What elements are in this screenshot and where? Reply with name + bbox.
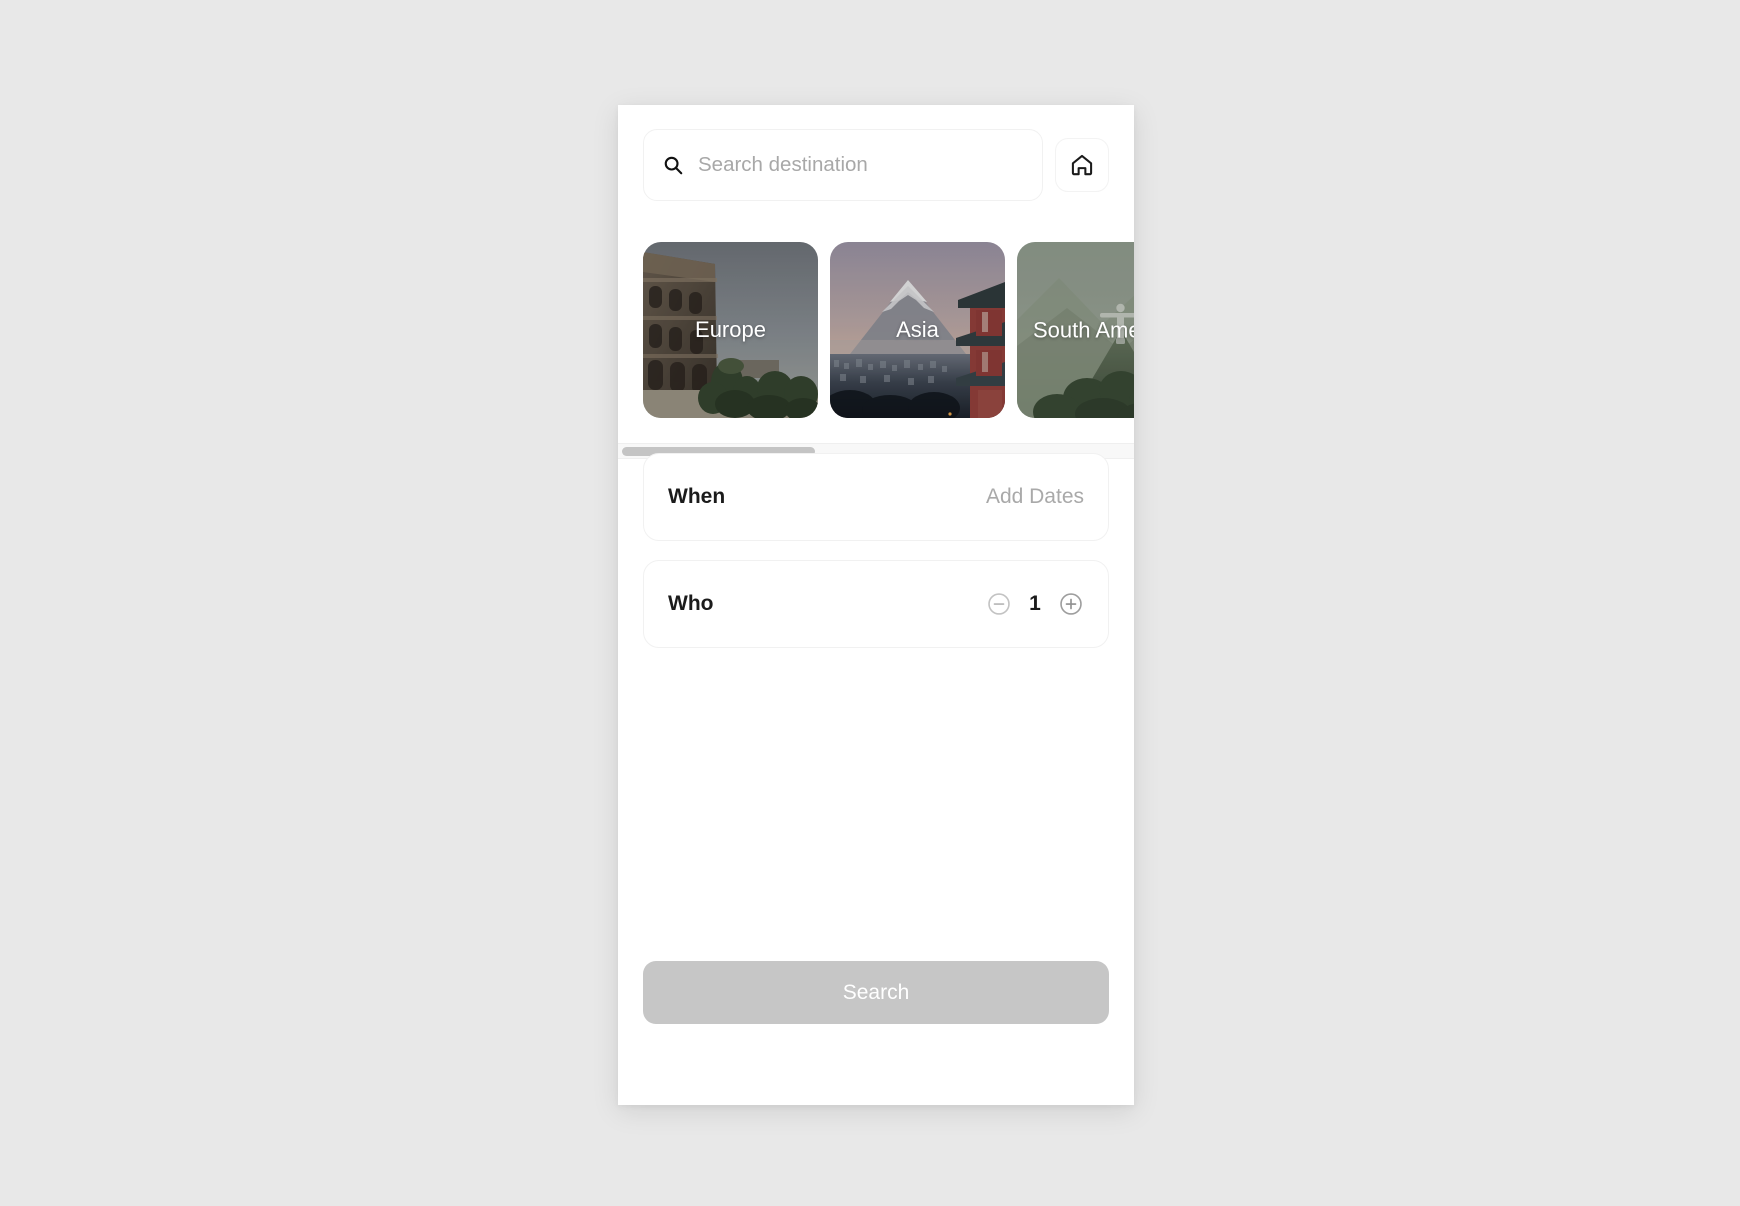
destination-card-asia[interactable]: Asia [830,242,1005,418]
destination-carousel[interactable]: Europe Asia South Am [618,242,1134,418]
when-field[interactable]: When Add Dates [643,453,1109,541]
destination-card-south-america[interactable]: South America [1017,242,1134,418]
destination-card-label: Europe [695,317,766,343]
when-label: When [668,485,726,508]
search-icon [664,156,683,175]
plus-circle-icon [1060,593,1082,615]
search-input[interactable] [698,153,1024,177]
guest-stepper: 1 [986,591,1084,617]
minus-circle-icon [988,593,1010,615]
search-field-container[interactable] [643,129,1043,201]
mobile-app-panel: Europe [618,105,1134,1105]
guest-count: 1 [1029,592,1041,615]
search-row [643,129,1109,201]
home-icon [1071,154,1093,176]
guest-increment-button[interactable] [1058,591,1084,617]
when-value[interactable]: Add Dates [986,485,1084,509]
search-submit-button[interactable]: Search [643,961,1109,1024]
destination-carousel-track: Europe Asia South Am [643,242,1134,418]
home-button[interactable] [1055,138,1109,192]
destination-card-label: Asia [896,317,939,343]
guest-decrement-button[interactable] [986,591,1012,617]
destination-card-label: South America [1032,317,1134,343]
who-label: Who [668,592,714,615]
destination-card-europe[interactable]: Europe [643,242,818,418]
who-field[interactable]: Who 1 [643,560,1109,648]
